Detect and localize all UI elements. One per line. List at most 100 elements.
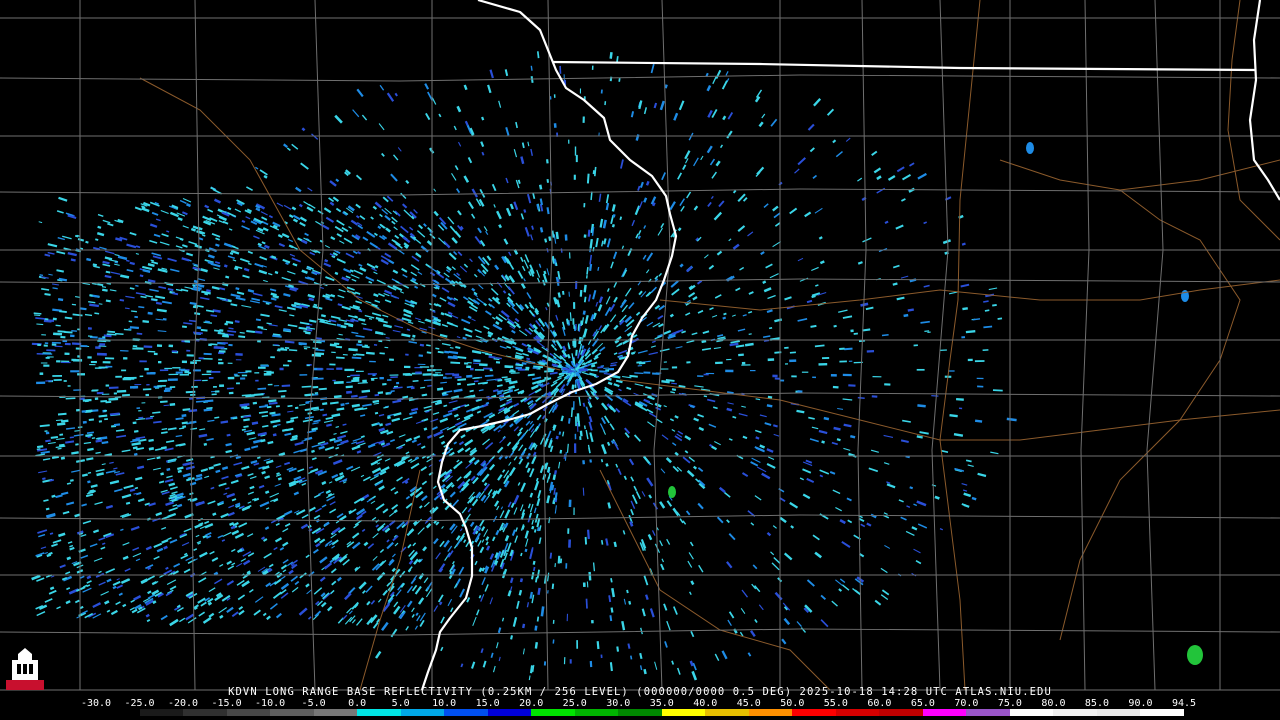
echo-speck bbox=[524, 530, 530, 539]
echo-speck bbox=[626, 386, 632, 391]
echo-speck bbox=[814, 551, 822, 559]
echo-speck bbox=[963, 492, 972, 498]
echo-speck bbox=[502, 469, 506, 473]
echo-speck bbox=[71, 469, 81, 473]
echo-speck bbox=[113, 471, 120, 474]
echo-speck bbox=[34, 314, 41, 317]
echo-speck bbox=[282, 558, 289, 564]
echo-speck bbox=[129, 607, 135, 611]
echo-speck bbox=[384, 289, 393, 295]
echo-speck bbox=[755, 89, 763, 98]
echo-speck bbox=[669, 201, 676, 211]
echo-speck bbox=[225, 449, 233, 454]
echo-speck bbox=[635, 311, 641, 316]
echo-speck bbox=[464, 120, 469, 126]
echo-speck bbox=[227, 206, 232, 211]
echo-speck bbox=[456, 105, 462, 113]
echo-speck bbox=[52, 287, 58, 290]
echo-speck bbox=[563, 454, 566, 460]
echo-speck bbox=[413, 435, 421, 440]
echo-speck bbox=[284, 340, 295, 344]
echo-speck bbox=[619, 299, 628, 309]
echo-speck bbox=[440, 440, 446, 445]
echo-speck bbox=[498, 100, 502, 108]
echo-speck bbox=[40, 450, 50, 455]
echo-speck bbox=[385, 422, 392, 427]
echo-speck bbox=[258, 484, 265, 489]
echo-speck bbox=[675, 346, 683, 349]
echo-speck bbox=[539, 198, 544, 206]
echo-speck bbox=[247, 262, 252, 266]
echo-speck bbox=[361, 389, 371, 393]
echo-speck bbox=[657, 314, 664, 320]
echo-speck bbox=[440, 616, 445, 624]
echo-speck bbox=[484, 352, 493, 356]
echo-speck bbox=[579, 289, 583, 297]
echo-speck bbox=[480, 494, 487, 502]
echo-speck bbox=[247, 250, 253, 255]
echo-speck bbox=[647, 421, 655, 428]
echo-speck bbox=[643, 575, 649, 586]
echo-speck bbox=[546, 268, 550, 276]
echo-speck bbox=[674, 451, 679, 457]
echo-speck bbox=[183, 322, 193, 325]
echo-speck bbox=[325, 489, 331, 494]
echo-speck bbox=[135, 476, 143, 481]
echo-speck bbox=[155, 301, 162, 305]
echo-speck bbox=[494, 264, 500, 271]
echo-speck bbox=[468, 456, 476, 464]
echo-speck bbox=[383, 406, 389, 409]
echo-speck bbox=[483, 226, 488, 232]
echo-speck bbox=[641, 608, 646, 617]
scale-color-segment bbox=[357, 709, 401, 716]
echo-speck bbox=[280, 582, 290, 591]
echo-speck bbox=[311, 353, 322, 357]
echo-speck bbox=[388, 511, 396, 517]
echo-speck bbox=[357, 224, 364, 230]
echo-speck bbox=[160, 472, 165, 476]
echo-speck bbox=[522, 352, 529, 357]
echo-speck bbox=[166, 475, 173, 479]
echo-speck bbox=[750, 630, 756, 637]
iowa-minnesota-illinois-border bbox=[551, 60, 1257, 72]
echo-speck bbox=[526, 292, 532, 300]
echo-speck bbox=[87, 471, 92, 474]
echo-speck bbox=[116, 389, 127, 393]
echo-speck bbox=[115, 429, 125, 432]
echo-speck bbox=[759, 444, 766, 449]
echo-speck bbox=[153, 420, 162, 424]
echo-speck bbox=[420, 495, 428, 502]
scale-color-segment bbox=[531, 709, 575, 716]
echo-speck bbox=[258, 269, 268, 275]
echo-speck bbox=[495, 529, 500, 536]
echo-speck bbox=[407, 543, 412, 549]
echo-speck bbox=[266, 615, 271, 621]
echo-speck bbox=[600, 458, 604, 463]
echo-speck bbox=[484, 442, 494, 450]
echo-speck bbox=[616, 56, 619, 63]
echo-speck bbox=[606, 238, 611, 248]
echo-speck bbox=[281, 384, 291, 388]
echo-speck bbox=[239, 331, 245, 334]
echo-speck bbox=[283, 510, 293, 516]
echo-speck bbox=[599, 218, 604, 228]
echo-speck bbox=[160, 446, 167, 450]
echo-speck bbox=[883, 462, 890, 465]
echo-speck bbox=[459, 588, 465, 598]
echo-speck bbox=[355, 203, 361, 209]
echo-speck bbox=[74, 513, 81, 518]
echo-speck bbox=[79, 307, 87, 311]
echo-speck bbox=[231, 611, 239, 618]
echo-speck bbox=[373, 402, 380, 405]
echo-speck bbox=[505, 474, 510, 480]
echo-speck bbox=[510, 502, 515, 509]
echo-speck bbox=[719, 144, 724, 149]
county-line bbox=[931, 0, 949, 691]
echo-speck bbox=[812, 174, 818, 179]
echo-speck bbox=[422, 546, 428, 552]
echo-speck bbox=[183, 552, 188, 556]
echo-speck bbox=[313, 409, 320, 412]
echo-speck bbox=[526, 343, 532, 348]
echo-speck bbox=[106, 578, 112, 583]
echo-speck bbox=[495, 321, 500, 326]
